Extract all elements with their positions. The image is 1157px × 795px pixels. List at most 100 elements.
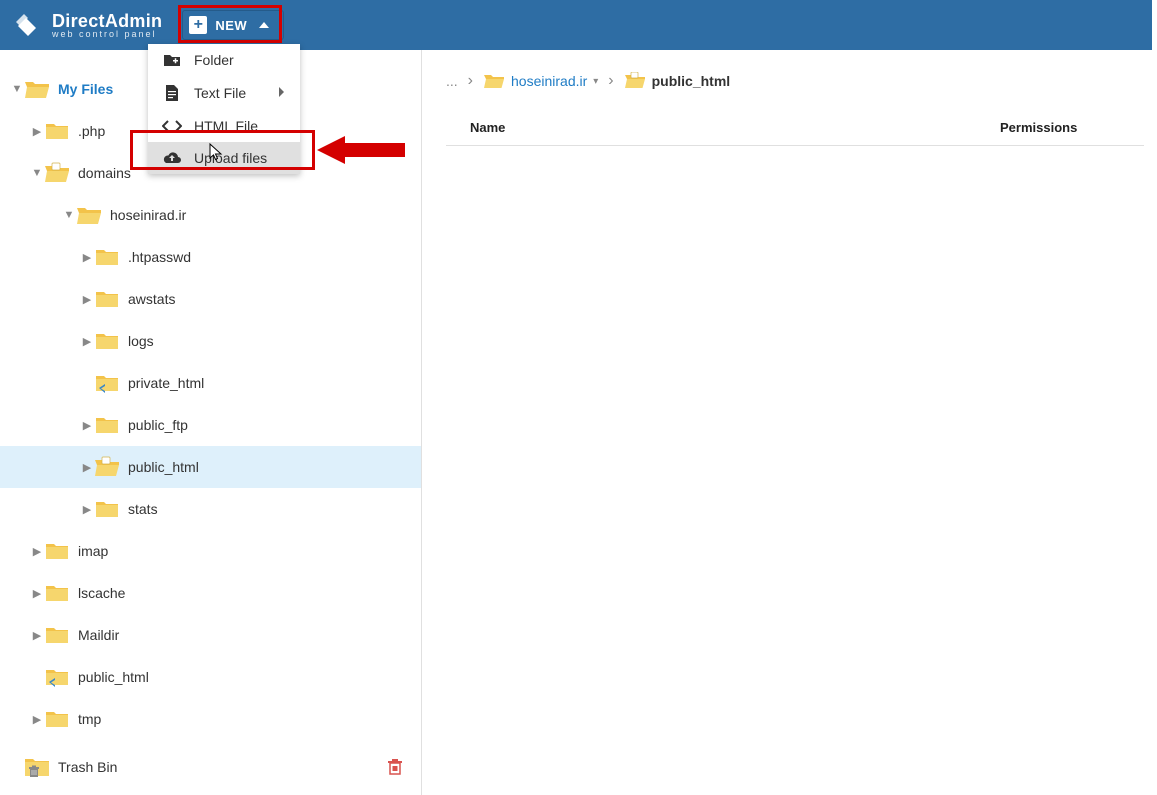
caret-up-icon bbox=[259, 22, 269, 28]
expand-icon[interactable]: ▶ bbox=[30, 713, 44, 726]
caret-down-icon: ▾ bbox=[593, 76, 598, 87]
column-header-permissions[interactable]: Permissions bbox=[1000, 120, 1120, 135]
tree-item-maildir[interactable]: ▶ Maildir bbox=[0, 614, 421, 656]
folder-icon bbox=[44, 120, 70, 142]
folder-plus-icon bbox=[162, 52, 182, 68]
folder-icon bbox=[94, 498, 120, 520]
expand-placeholder bbox=[80, 377, 94, 389]
tree-item-public-ftp[interactable]: ▶ public_ftp bbox=[0, 404, 421, 446]
folder-icon bbox=[94, 330, 120, 352]
file-text-icon bbox=[162, 84, 182, 102]
expand-icon[interactable]: ▶ bbox=[80, 419, 94, 432]
expand-icon[interactable]: ▶ bbox=[30, 545, 44, 558]
new-dropdown: Folder Text File HTML File Upload files bbox=[148, 44, 300, 174]
tree-item-public-html-root[interactable]: public_html bbox=[0, 656, 421, 698]
dropdown-label: Text File bbox=[194, 85, 246, 101]
tree-label: imap bbox=[78, 543, 108, 559]
chevron-right-icon: › bbox=[608, 72, 613, 90]
folder-icon bbox=[44, 582, 70, 604]
expand-icon[interactable]: ▶ bbox=[80, 335, 94, 348]
folder-open-doc-icon bbox=[44, 162, 70, 184]
tree-label: domains bbox=[78, 165, 131, 181]
tree-label: public_html bbox=[128, 459, 199, 475]
new-button[interactable]: + NEW bbox=[182, 10, 284, 40]
breadcrumb-label: hoseinirad.ir bbox=[511, 73, 587, 89]
dropdown-label: Folder bbox=[194, 52, 234, 68]
empty-trash-button[interactable] bbox=[387, 758, 403, 776]
expand-placeholder bbox=[10, 761, 24, 773]
folder-link-icon bbox=[94, 372, 120, 394]
tree-label: My Files bbox=[58, 81, 113, 97]
folder-icon bbox=[44, 540, 70, 562]
expand-icon[interactable]: ▶ bbox=[80, 461, 94, 474]
expand-icon[interactable]: ▼ bbox=[62, 209, 76, 221]
folder-open-icon bbox=[483, 72, 505, 90]
tree-item-logs[interactable]: ▶ logs bbox=[0, 320, 421, 362]
tree-item-imap[interactable]: ▶ imap bbox=[0, 530, 421, 572]
tree-item-tmp[interactable]: ▶ tmp bbox=[0, 698, 421, 740]
tree-label: logs bbox=[128, 333, 154, 349]
breadcrumb-label: public_html bbox=[652, 73, 731, 89]
tree-item-lscache[interactable]: ▶ lscache bbox=[0, 572, 421, 614]
annotation-arrow bbox=[317, 130, 407, 175]
breadcrumb-dots[interactable]: ... bbox=[446, 73, 458, 89]
tree-item-public-html[interactable]: ▶ public_html bbox=[0, 446, 421, 488]
folder-icon bbox=[44, 708, 70, 730]
expand-placeholder bbox=[30, 671, 44, 683]
content-pane: ... › hoseinirad.ir ▾ › public_html Name… bbox=[422, 50, 1152, 795]
tree-item-awstats[interactable]: ▶ awstats bbox=[0, 278, 421, 320]
folder-open-icon bbox=[24, 78, 50, 100]
folder-icon bbox=[94, 246, 120, 268]
file-tree: ▼ My Files ▶ .php ▼ domains bbox=[0, 68, 421, 788]
expand-icon[interactable]: ▼ bbox=[10, 83, 24, 95]
trash-folder-icon bbox=[24, 756, 50, 778]
dropdown-label: Upload files bbox=[194, 150, 267, 166]
chevron-right-icon bbox=[278, 85, 286, 101]
expand-icon[interactable]: ▶ bbox=[30, 587, 44, 600]
folder-open-doc-icon bbox=[94, 456, 120, 478]
folder-open-doc-icon bbox=[624, 72, 646, 90]
tree-label: awstats bbox=[128, 291, 175, 307]
cloud-upload-icon bbox=[162, 150, 182, 166]
brand-subtitle: web control panel bbox=[52, 30, 162, 39]
tree-label: hoseinirad.ir bbox=[110, 207, 186, 223]
dropdown-item-text-file[interactable]: Text File bbox=[148, 76, 300, 110]
logo-icon bbox=[14, 10, 44, 40]
chevron-right-icon: › bbox=[468, 72, 473, 90]
expand-icon[interactable]: ▶ bbox=[80, 251, 94, 264]
tree-label: .htpasswd bbox=[128, 249, 191, 265]
tree-label: Maildir bbox=[78, 627, 119, 643]
expand-icon[interactable]: ▶ bbox=[80, 293, 94, 306]
new-button-label: NEW bbox=[215, 18, 247, 33]
code-icon bbox=[162, 119, 182, 133]
dropdown-item-folder[interactable]: Folder bbox=[148, 44, 300, 76]
new-button-wrap: + NEW bbox=[182, 10, 284, 40]
expand-icon[interactable]: ▶ bbox=[30, 629, 44, 642]
tree-label: public_html bbox=[78, 669, 149, 685]
breadcrumb-domain[interactable]: hoseinirad.ir ▾ bbox=[483, 72, 598, 90]
dropdown-item-html-file[interactable]: HTML File bbox=[148, 110, 300, 142]
tree-item-trash[interactable]: Trash Bin bbox=[0, 746, 421, 788]
tree-label: Trash Bin bbox=[58, 759, 117, 775]
folder-icon bbox=[44, 624, 70, 646]
top-bar: DirectAdmin web control panel + NEW bbox=[0, 0, 1152, 50]
expand-icon[interactable]: ▼ bbox=[30, 167, 44, 179]
tree-item-stats[interactable]: ▶ stats bbox=[0, 488, 421, 530]
tree-item-hoseinirad[interactable]: ▼ hoseinirad.ir bbox=[0, 194, 421, 236]
folder-open-icon bbox=[76, 204, 102, 226]
table-header: Name Permissions bbox=[446, 110, 1144, 146]
folder-icon bbox=[94, 414, 120, 436]
expand-icon[interactable]: ▶ bbox=[30, 125, 44, 138]
tree-label: public_ftp bbox=[128, 417, 188, 433]
brand-name: DirectAdmin bbox=[52, 12, 162, 30]
breadcrumb: ... › hoseinirad.ir ▾ › public_html bbox=[422, 72, 1152, 110]
breadcrumb-current[interactable]: public_html bbox=[624, 72, 731, 90]
logo[interactable]: DirectAdmin web control panel bbox=[14, 10, 162, 40]
expand-icon[interactable]: ▶ bbox=[80, 503, 94, 516]
tree-item-htpasswd[interactable]: ▶ .htpasswd bbox=[0, 236, 421, 278]
dropdown-label: HTML File bbox=[194, 118, 258, 134]
tree-label: tmp bbox=[78, 711, 101, 727]
column-header-name[interactable]: Name bbox=[470, 120, 1000, 135]
tree-item-private-html[interactable]: private_html bbox=[0, 362, 421, 404]
dropdown-item-upload-files[interactable]: Upload files bbox=[148, 142, 300, 174]
